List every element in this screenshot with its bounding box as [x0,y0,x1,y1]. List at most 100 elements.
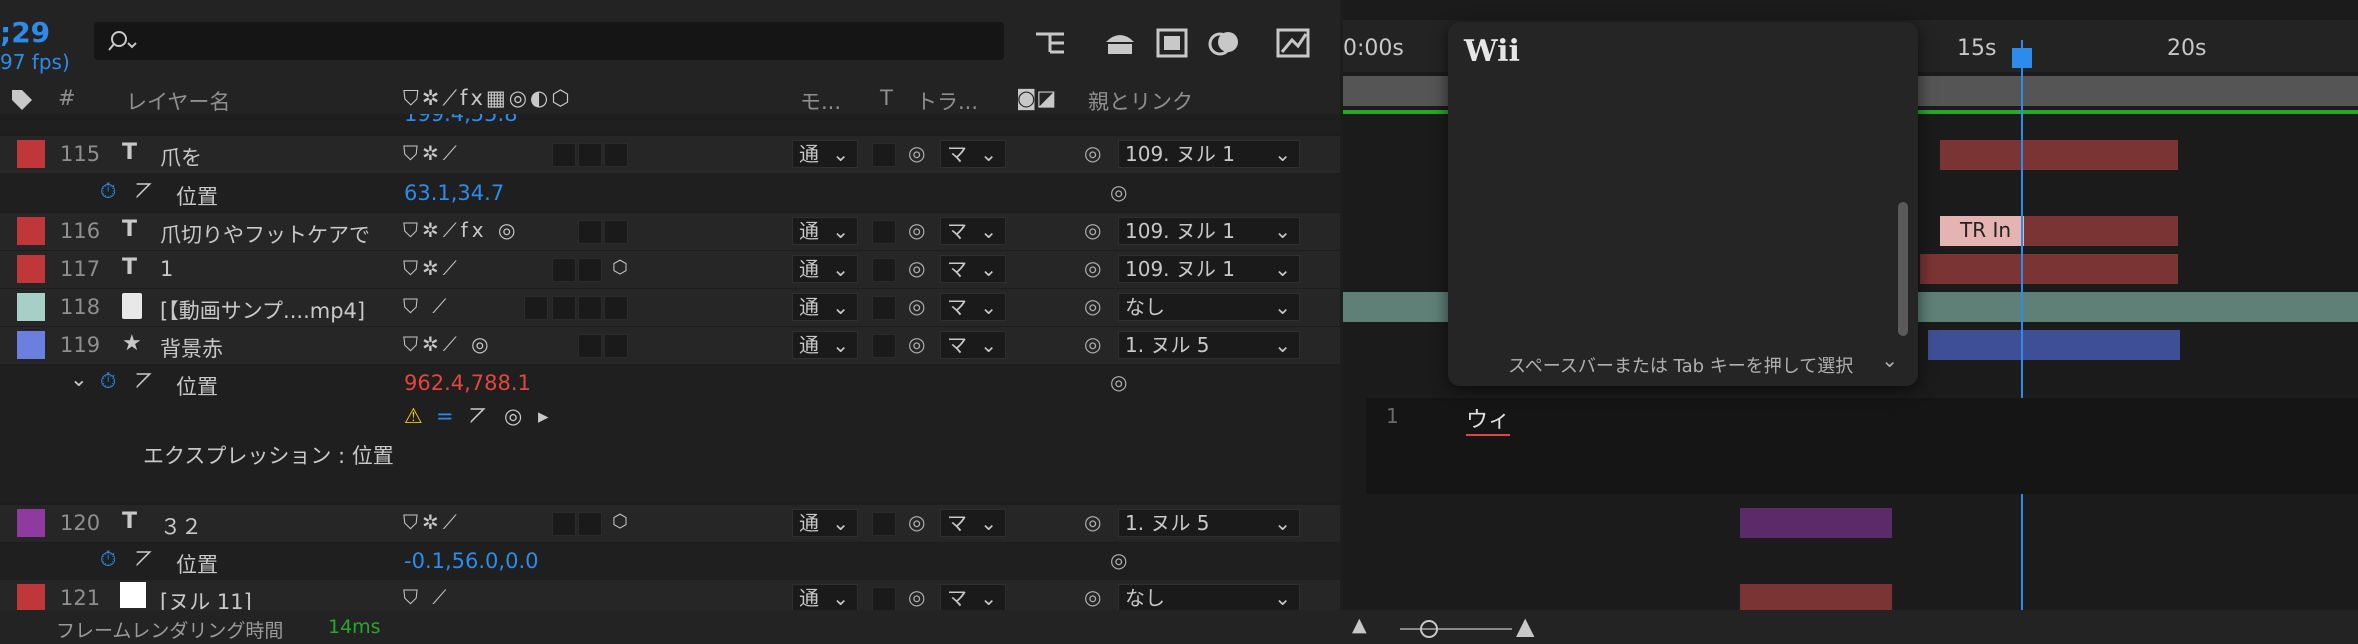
layer-bar[interactable] [1920,254,2178,284]
track-matte-pickwhip-icon[interactable]: ◎ [908,141,925,165]
layer-row[interactable]: 121 [ヌル 11] ⛉ ⟋ 通 ⌄ ◎ マ ⌄ ◎ なし ⌄ [0,580,1340,610]
3d-layer-icon[interactable]: ⬡ [612,257,628,278]
layer-switches[interactable]: ⛉ ⟋ [403,294,450,318]
track-matte-dropdown[interactable]: マ ⌄ [940,509,1006,537]
switch-box[interactable] [552,143,576,167]
scrollbar[interactable] [1898,202,1908,336]
track-matte-dropdown[interactable]: マ ⌄ [940,584,1006,610]
label-color[interactable] [17,331,45,359]
composition-flowchart-icon[interactable] [1032,24,1072,62]
parent-dropdown[interactable]: なし ⌄ [1118,584,1300,610]
parent-dropdown[interactable]: 109. ヌル 1 ⌄ [1118,140,1300,168]
layer-name[interactable]: 1 [160,257,173,281]
position-value[interactable]: -0.1,56.0,0.0 [404,549,538,573]
layer-name[interactable]: 爪を [160,142,202,172]
parent-pickwhip-icon[interactable]: ◎ [1084,141,1101,165]
preserve-transparency-box[interactable] [872,258,896,282]
layer-bar[interactable] [1928,330,2180,360]
layer-bar[interactable] [1740,508,1892,538]
parent-pickwhip-icon[interactable]: ◎ [1084,256,1101,280]
column-layer-name[interactable]: レイヤー名 [126,86,230,116]
switch-box[interactable] [524,296,548,320]
preserve-transparency-box[interactable] [872,143,896,167]
preserve-transparency-box[interactable] [872,587,896,610]
parent-pickwhip-icon[interactable]: ◎ [1084,332,1101,356]
expression-menu-icon[interactable]: ▸ [538,404,549,428]
label-color[interactable] [17,255,45,283]
motion-blur-icon[interactable] [1204,24,1244,62]
mode-dropdown[interactable]: 通 ⌄ [792,331,858,359]
switch-box[interactable] [552,296,576,320]
label-color[interactable] [17,509,45,537]
mode-dropdown[interactable]: 通 ⌄ [792,255,858,283]
track-matte-pickwhip-icon[interactable]: ◎ [908,218,925,242]
switch-box[interactable] [604,296,628,320]
layer-bar[interactable] [1740,584,1892,610]
preserve-transparency-box[interactable] [872,334,896,358]
switch-box[interactable] [604,334,628,358]
switch-box[interactable] [578,512,602,536]
track-matte-dropdown[interactable]: マ ⌄ [940,331,1006,359]
layer-name[interactable]: [ヌル 11] [160,586,252,610]
expression-pickwhip-icon[interactable]: ◎ [504,404,522,428]
parent-pickwhip-icon[interactable]: ◎ [1110,548,1127,572]
layer-switches[interactable]: ⛉✲⟋ ◎ [403,332,493,356]
switch-box[interactable] [578,143,602,167]
preserve-transparency-box[interactable] [872,512,896,536]
parent-dropdown[interactable]: 1. ヌル 5 ⌄ [1118,331,1300,359]
graph-icon[interactable]: ⦢ [136,547,152,572]
graph-editor-icon[interactable] [1274,24,1314,62]
parent-pickwhip-icon[interactable]: ◎ [1084,294,1101,318]
frame-blending-icon[interactable] [1152,24,1192,62]
parent-dropdown[interactable]: 109. ヌル 1 ⌄ [1118,255,1300,283]
label-color[interactable] [17,140,45,168]
switch-box[interactable] [578,296,602,320]
shy-layers-icon[interactable] [1100,24,1140,62]
layer-name[interactable]: [【動画サンプ....mp4] [160,295,365,325]
graph-icon[interactable]: ⦢ [136,369,152,394]
switch-box[interactable] [604,220,628,244]
position-value[interactable]: 962.4,788.1 [404,371,531,395]
search-input[interactable] [94,22,1004,60]
position-value[interactable]: 199.4,55.8 [404,114,518,126]
expression-text[interactable]: ウィ [1466,402,1511,436]
stopwatch-icon[interactable]: ⏱ [100,369,116,394]
parent-pickwhip-icon[interactable]: ◎ [1084,510,1101,534]
column-track[interactable]: トラ... [916,86,978,116]
mode-dropdown[interactable]: 通 ⌄ [792,140,858,168]
layer-switches[interactable]: ⛉✲⟋ [403,141,461,165]
parent-pickwhip-icon[interactable]: ◎ [1110,370,1127,394]
parent-dropdown[interactable]: なし ⌄ [1118,293,1300,321]
track-matte-dropdown[interactable]: マ ⌄ [940,255,1006,283]
layer-switches[interactable]: ⛉✲⟋ [403,510,461,534]
layer-row[interactable]: 117 T 1 ⛉✲⟋ ⬡ 通 ⌄ ◎ マ ⌄ ◎ 109. ヌル 1 ⌄ [0,251,1340,288]
preserve-transparency-box[interactable] [872,296,896,320]
track-matte-pickwhip-icon[interactable]: ◎ [908,510,925,534]
warning-icon[interactable]: ⚠ [404,404,423,428]
switch-box[interactable] [578,334,602,358]
position-value[interactable]: 63.1,34.7 [404,181,504,205]
marker[interactable]: TR In [1940,216,2024,246]
track-matte-pickwhip-icon[interactable]: ◎ [908,332,925,356]
expression-enable-icon[interactable]: = [436,404,454,428]
parent-pickwhip-icon[interactable]: ◎ [1084,218,1101,242]
mode-dropdown[interactable]: 通 ⌄ [792,293,858,321]
layer-row[interactable]: 118 [【動画サンプ....mp4] ⛉ ⟋ 通 ⌄ ◎ マ ⌄ ◎ なし ⌄ [0,289,1340,326]
track-matte-dropdown[interactable]: マ ⌄ [940,293,1006,321]
mode-dropdown[interactable]: 通 ⌄ [792,217,858,245]
layer-switches[interactable]: ⛉ ⟋ [403,585,450,609]
layer-name[interactable]: 背景赤 [160,333,223,363]
expression-editor[interactable]: 1 ウィ [1366,398,2358,494]
graph-icon[interactable]: ⦢ [136,179,152,204]
layer-switches[interactable]: ⛉✲⟋fx ◎ [403,218,519,242]
zoom-out-icon[interactable]: ▲ [1352,614,1367,636]
mode-dropdown[interactable]: 通 ⌄ [792,509,858,537]
chevron-down-icon[interactable]: ⌄ [1881,348,1898,372]
layer-switches[interactable]: ⛉✲⟋ [403,256,461,280]
stopwatch-icon[interactable]: ⏱ [100,547,116,572]
switch-box[interactable] [552,512,576,536]
parent-dropdown[interactable]: 1. ヌル 5 ⌄ [1118,509,1300,537]
chevron-down-icon[interactable]: ⌄ [70,367,88,391]
switch-box[interactable] [604,143,628,167]
autocomplete-popup[interactable]: Wii スペースバーまたは Tab キーを押して選択 ⌄ [1448,22,1918,386]
